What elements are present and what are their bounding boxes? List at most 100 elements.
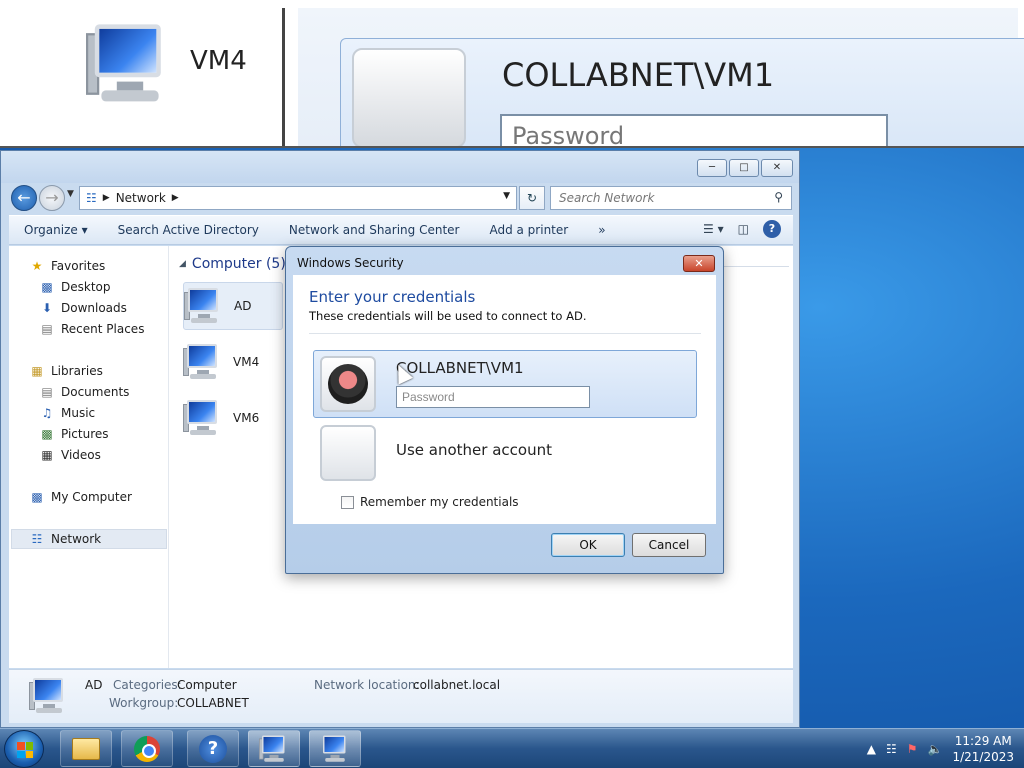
nav-item-network[interactable]: ☷ Network [29,529,102,549]
breadcrumb-chevron-icon[interactable]: ▶ [172,193,179,203]
nav-label: My Computer [51,490,132,504]
nav-label: Documents [61,385,130,399]
help-icon[interactable]: ? [763,220,781,238]
action-center-icon[interactable]: ⚑ [907,742,918,756]
folder-icon [72,737,100,760]
clock-date: 1/21/2023 [952,750,1014,764]
dialog-heading: Enter your credentials [309,288,476,306]
nav-item-documents[interactable]: ▤ Documents [39,382,129,402]
libraries-icon: ▦ [31,364,43,378]
star-icon: ★ [31,259,43,273]
computer-icon [183,398,223,438]
magnifier-username: COLLABNET\VM1 [502,56,775,94]
minimize-button[interactable]: ─ [697,159,727,177]
desktop-icon: ▩ [41,280,53,294]
taskbar-network-button[interactable] [248,730,300,767]
maximize-button[interactable]: □ [729,159,759,177]
taskbar-remote-desktop-button[interactable] [309,730,361,767]
navigation-pane: ★ Favorites ▩ Desktop ⬇ Downloads ▤ Rece… [9,246,169,668]
computer-icon [184,286,224,326]
dialog-separator [309,333,701,334]
nav-label: Desktop [61,280,111,294]
details-name: AD [85,678,103,692]
user-avatar-icon [320,356,376,412]
taskbar-help-button[interactable]: ? [187,730,239,767]
ok-button[interactable]: OK [551,533,625,557]
nav-item-downloads[interactable]: ⬇ Downloads [39,298,127,318]
address-dropdown-icon[interactable]: ▼ [503,191,510,201]
show-hidden-icons-icon[interactable]: ▲ [867,742,876,756]
clock[interactable]: 11:29 AM 1/21/2023 [952,733,1014,765]
remember-label: Remember my credentials [360,495,519,509]
organize-button[interactable]: Organize ▾ [9,223,103,237]
details-categories-key: Categories: [113,678,182,692]
breadcrumb-network[interactable]: Network [116,191,166,205]
list-item-vm6[interactable]: VM6 [183,394,283,442]
dialog-title: Windows Security [297,256,404,270]
dialog-subtext: These credentials will be used to connec… [309,309,587,323]
documents-icon: ▤ [41,385,53,399]
credential-tile-selected[interactable]: COLLABNET\VM1 [313,350,697,418]
nav-label: Libraries [51,364,103,378]
start-button[interactable] [4,730,44,768]
address-row: ← → ▼ ☷ ▶ Network ▶ ▼ ↻ Search Network ⚲ [1,183,799,213]
checkbox-box[interactable] [341,495,354,509]
recent-pages-dropdown[interactable]: ▼ [67,189,74,199]
back-button[interactable]: ← [11,185,37,211]
nav-item-recent-places[interactable]: ▤ Recent Places [39,319,144,339]
search-placeholder: Search Network [559,191,655,205]
magnifier-view: VM4 COLLABNET\VM1 Password [0,0,1024,148]
search-active-directory-button[interactable]: Search Active Directory [103,223,274,237]
taskbar-explorer-button[interactable] [60,730,112,767]
list-item-ad[interactable]: AD [183,282,283,330]
forward-button[interactable]: → [39,185,65,211]
credentials-dialog: Windows Security ✕ Enter your credential… [285,246,724,574]
other-account-avatar-icon[interactable] [320,425,376,481]
taskbar-chrome-button[interactable] [121,730,173,767]
dialog-close-button[interactable]: ✕ [683,255,715,272]
nav-item-videos[interactable]: ▦ Videos [39,445,101,465]
nav-item-pictures[interactable]: ▩ Pictures [39,424,108,444]
item-label: VM4 [233,355,260,369]
address-bar[interactable]: ☷ ▶ Network ▶ ▼ [79,186,517,210]
details-workgroup-value: COLLABNET [177,696,249,710]
nav-item-music[interactable]: ♫ Music [39,403,96,423]
collapse-icon[interactable]: ◢ [179,259,186,269]
videos-icon: ▦ [41,448,53,462]
password-input[interactable] [396,386,590,408]
more-commands-button[interactable]: » [583,223,620,237]
add-printer-button[interactable]: Add a printer [474,223,583,237]
magnifier-computer-label: VM4 [190,46,247,76]
nav-item-favorites[interactable]: ★ Favorites [29,256,106,276]
cancel-button[interactable]: Cancel [632,533,706,557]
use-another-account-link[interactable]: Use another account [396,441,552,459]
network-status-icon[interactable]: ☷ [886,742,897,756]
search-input[interactable]: Search Network ⚲ [550,186,792,210]
group-header-computer[interactable]: ◢ Computer (5) [179,256,286,272]
refresh-button[interactable]: ↻ [519,186,545,210]
preview-pane-icon[interactable]: ◫ [738,222,749,236]
nav-label: Music [61,406,96,420]
computer-search-icon [259,734,289,764]
magnifier-password-field: Password [500,114,888,146]
computer-icon [183,342,223,382]
nav-item-my-computer[interactable]: ▩ My Computer [29,487,132,507]
clock-time: 11:29 AM [954,734,1012,748]
volume-icon[interactable]: 🔈 [928,742,943,756]
nav-item-desktop[interactable]: ▩ Desktop [39,277,111,297]
dialog-body: Enter your credentials These credentials… [293,275,716,524]
remember-credentials-checkbox[interactable]: Remember my credentials [341,495,519,509]
close-button[interactable]: ✕ [761,159,793,177]
nav-item-libraries[interactable]: ▦ Libraries [29,361,103,381]
search-icon[interactable]: ⚲ [774,190,783,204]
computer-icon [29,676,69,716]
chrome-icon [134,735,160,762]
list-item-vm4[interactable]: VM4 [183,338,283,386]
network-sharing-center-button[interactable]: Network and Sharing Center [274,223,475,237]
window-titlebar[interactable]: ─ □ ✕ [1,151,799,183]
view-options-icon[interactable]: ☰ ▾ [703,222,724,236]
group-header-label: Computer (5) [191,256,286,272]
help-icon: ? [199,734,227,763]
item-label: AD [234,299,252,313]
computer-icon: ▩ [31,490,43,504]
